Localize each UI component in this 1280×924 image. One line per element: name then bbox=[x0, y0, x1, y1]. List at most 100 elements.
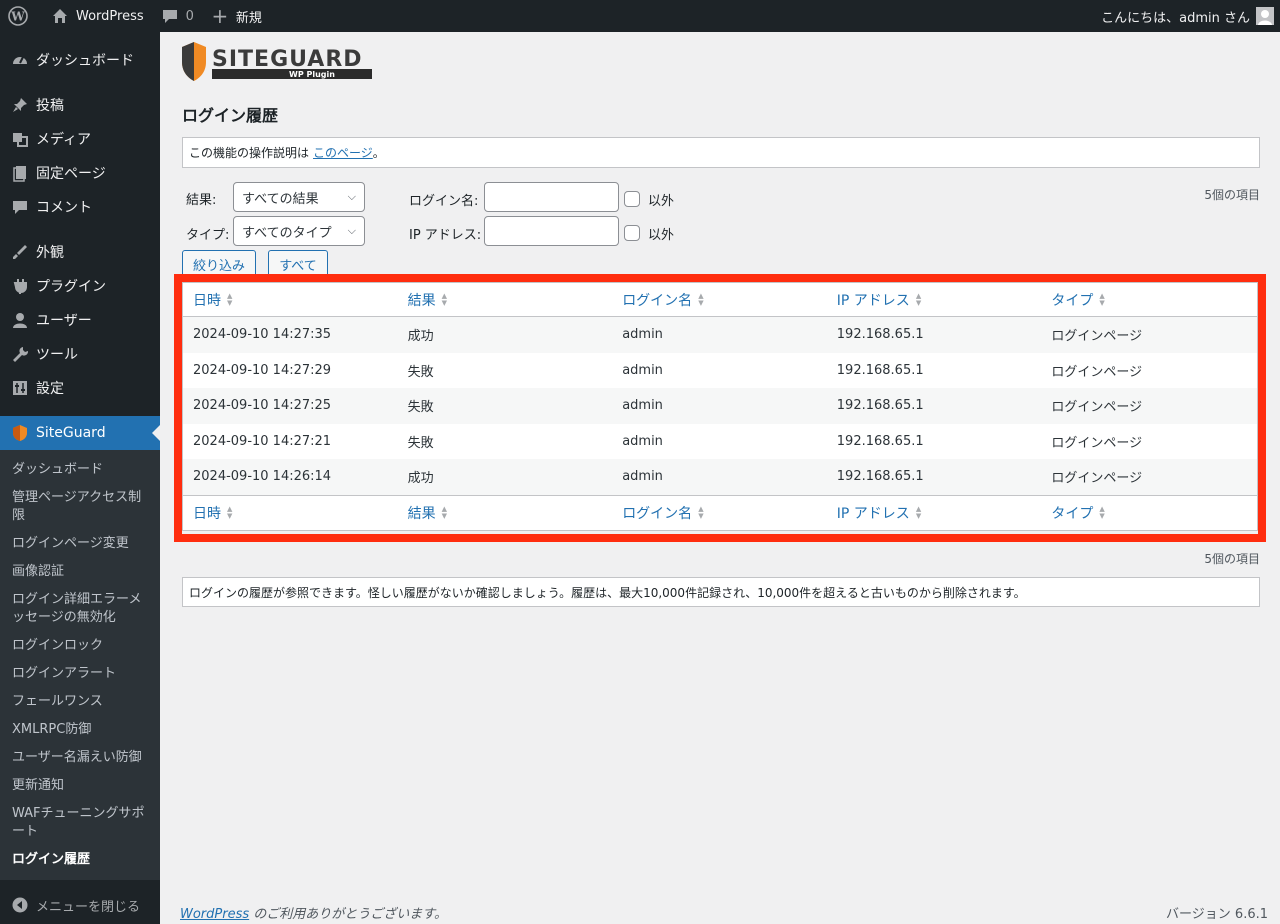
table-row: 2024-09-10 14:27:35 成功 admin 192.168.65.… bbox=[183, 317, 1257, 353]
column-header-ip-address[interactable]: IP アドレス ▲ ▼ bbox=[827, 290, 1042, 310]
type-select-value: すべてのタイプ bbox=[242, 225, 332, 241]
login-exclude-checkbox[interactable] bbox=[624, 191, 640, 207]
menu-tools[interactable]: ツール bbox=[0, 337, 160, 371]
column-label: IP アドレス bbox=[836, 292, 910, 309]
menu-settings[interactable]: 設定 bbox=[0, 371, 160, 405]
menu-label: 固定ページ bbox=[36, 166, 106, 182]
type-select[interactable]: すべてのタイプ ⌵ bbox=[233, 216, 365, 246]
site-name-link[interactable]: WordPress bbox=[42, 0, 152, 32]
help-notice: この機能の操作説明は このページ 。 bbox=[182, 137, 1260, 168]
menu-label: ダッシュボード bbox=[36, 53, 134, 69]
cell-login-name: admin bbox=[622, 362, 663, 378]
svg-text:W: W bbox=[10, 10, 25, 24]
cell-datetime: 2024-09-10 14:27:35 bbox=[193, 327, 332, 343]
footer-thanks: WordPress のご利用ありがとうございます。 bbox=[180, 903, 447, 922]
cell-ip-address: 192.168.65.1 bbox=[836, 398, 924, 414]
column-footer-login-name[interactable]: ログイン名 ▲ ▼ bbox=[612, 503, 827, 523]
column-header-datetime[interactable]: 日時 ▲ ▼ bbox=[183, 290, 398, 310]
cell-login-name: admin bbox=[622, 327, 663, 343]
filter-form: 結果: すべての結果 ⌵ タイプ: すべてのタイプ ⌵ ログイン名: 以外 IP… bbox=[182, 182, 1260, 278]
cell-datetime: 2024-09-10 14:27:21 bbox=[193, 433, 332, 449]
sort-icon: ▲ ▼ bbox=[698, 504, 704, 520]
submenu-dashboard[interactable]: ダッシュボード bbox=[0, 456, 160, 484]
menu-siteguard[interactable]: SiteGuard bbox=[0, 416, 160, 450]
column-footer-ip-address[interactable]: IP アドレス ▲ ▼ bbox=[827, 503, 1042, 523]
menu-appearance[interactable]: 外観 bbox=[0, 235, 160, 269]
column-footer-datetime[interactable]: 日時 ▲ ▼ bbox=[183, 503, 398, 523]
login-name-input[interactable] bbox=[484, 182, 619, 212]
column-header-type[interactable]: タイプ ▲ ▼ bbox=[1041, 290, 1257, 310]
menu-users[interactable]: ユーザー bbox=[0, 303, 160, 337]
menu-label: コメント bbox=[36, 200, 92, 216]
cell-result: 失敗 bbox=[407, 400, 434, 416]
cell-result: 成功 bbox=[407, 471, 434, 487]
cell-result: 失敗 bbox=[407, 364, 434, 380]
ip-exclude-checkbox[interactable] bbox=[624, 225, 640, 241]
submenu-login-alert[interactable]: ログインアラート bbox=[0, 660, 160, 688]
collapse-icon bbox=[10, 895, 30, 915]
column-header-result[interactable]: 結果 ▲ ▼ bbox=[398, 290, 613, 310]
menu-label: メディア bbox=[36, 132, 92, 148]
help-link[interactable]: このページ bbox=[313, 144, 373, 161]
cell-result: 成功 bbox=[407, 329, 434, 345]
submenu-admin-filter[interactable]: 管理ページアクセス制限 bbox=[0, 484, 160, 530]
collapse-menu-button[interactable]: メニューを閉じる bbox=[0, 888, 160, 922]
menu-dashboard[interactable]: ダッシュボード bbox=[0, 43, 160, 77]
my-account[interactable]: こんにちは、admin さん bbox=[1101, 7, 1280, 26]
table-row: 2024-09-10 14:26:14 成功 admin 192.168.65.… bbox=[183, 459, 1257, 495]
cell-type: ログインページ bbox=[1051, 435, 1143, 451]
menu-label: 投稿 bbox=[36, 98, 64, 114]
comment-icon bbox=[10, 197, 30, 217]
submenu-waf-tuning[interactable]: WAFチューニングサポート bbox=[0, 800, 160, 846]
cell-login-name: admin bbox=[622, 469, 663, 485]
submenu-login-history[interactable]: ログイン履歴 bbox=[0, 846, 160, 874]
login-name-label: ログイン名: bbox=[409, 194, 479, 209]
ip-input[interactable] bbox=[484, 216, 619, 246]
submenu-xmlrpc[interactable]: XMLRPC防御 bbox=[0, 716, 160, 744]
submenu-rename-login[interactable]: ログインページ変更 bbox=[0, 530, 160, 558]
sort-icon: ▲ ▼ bbox=[1099, 504, 1105, 520]
column-footer-result[interactable]: 結果 ▲ ▼ bbox=[398, 503, 613, 523]
menu-posts[interactable]: 投稿 bbox=[0, 88, 160, 122]
menu-media[interactable]: メディア bbox=[0, 122, 160, 156]
column-label: ログイン名 bbox=[622, 292, 693, 309]
footer-wordpress-link[interactable]: WordPress bbox=[180, 907, 249, 922]
menu-pages[interactable]: 固定ページ bbox=[0, 156, 160, 190]
submenu-disable-error[interactable]: ログイン詳細エラーメッセージの無効化 bbox=[0, 586, 160, 632]
cell-type: ログインページ bbox=[1051, 471, 1143, 487]
column-label: 結果 bbox=[407, 292, 436, 309]
info-text: ログインの履歴が参照できます。怪しい履歴がないか確認しましょう。履歴は、最大10… bbox=[189, 585, 1026, 600]
wordpress-logo-menu[interactable]: W bbox=[0, 0, 42, 32]
cell-type: ログインページ bbox=[1051, 400, 1143, 416]
submenu-update-notify[interactable]: 更新通知 bbox=[0, 772, 160, 800]
chevron-down-icon: ⌵ bbox=[347, 190, 356, 203]
column-label: IP アドレス bbox=[836, 505, 910, 522]
help-prefix: この機能の操作説明は bbox=[189, 146, 310, 160]
submenu-author-query[interactable]: ユーザー名漏えい防御 bbox=[0, 744, 160, 772]
sort-icon: ▲ ▼ bbox=[1099, 291, 1105, 307]
sort-icon: ▲ ▼ bbox=[227, 504, 233, 520]
login-exclude-label: 以外 bbox=[648, 194, 675, 209]
admin-bar: W WordPress 0 + 新規 こんにちは、admin さん bbox=[0, 0, 1280, 32]
wordpress-icon: W bbox=[8, 6, 28, 26]
logo-subtext: WP Plugin bbox=[289, 70, 335, 79]
submenu-fail-once[interactable]: フェールワンス bbox=[0, 688, 160, 716]
main-content: SITEGUARD WP Plugin ログイン履歴 この機能の操作説明は この… bbox=[160, 32, 1280, 924]
collapse-label: メニューを閉じる bbox=[36, 899, 141, 915]
new-content-link[interactable]: + 新規 bbox=[202, 0, 270, 32]
menu-comments[interactable]: コメント bbox=[0, 190, 160, 224]
column-header-login-name[interactable]: ログイン名 ▲ ▼ bbox=[612, 290, 827, 310]
submenu-login-lock[interactable]: ログインロック bbox=[0, 632, 160, 660]
menu-plugins[interactable]: プラグイン bbox=[0, 269, 160, 303]
submenu-captcha[interactable]: 画像認証 bbox=[0, 558, 160, 586]
comments-link[interactable]: 0 bbox=[152, 0, 202, 32]
table-footer: 日時 ▲ ▼ 結果 ▲ ▼ ログイン名 ▲ ▼ IP アドレス ▲ ▼ タイプ ▲ ▼ bbox=[183, 494, 1257, 530]
cell-result: 失敗 bbox=[407, 435, 434, 451]
brush-icon bbox=[10, 242, 30, 262]
cell-login-name: admin bbox=[622, 433, 663, 449]
column-footer-type[interactable]: タイプ ▲ ▼ bbox=[1041, 503, 1257, 523]
result-select-value: すべての結果 bbox=[242, 191, 319, 207]
result-select[interactable]: すべての結果 ⌵ bbox=[233, 182, 365, 212]
cell-type: ログインページ bbox=[1051, 364, 1143, 380]
column-label: タイプ bbox=[1051, 505, 1094, 522]
